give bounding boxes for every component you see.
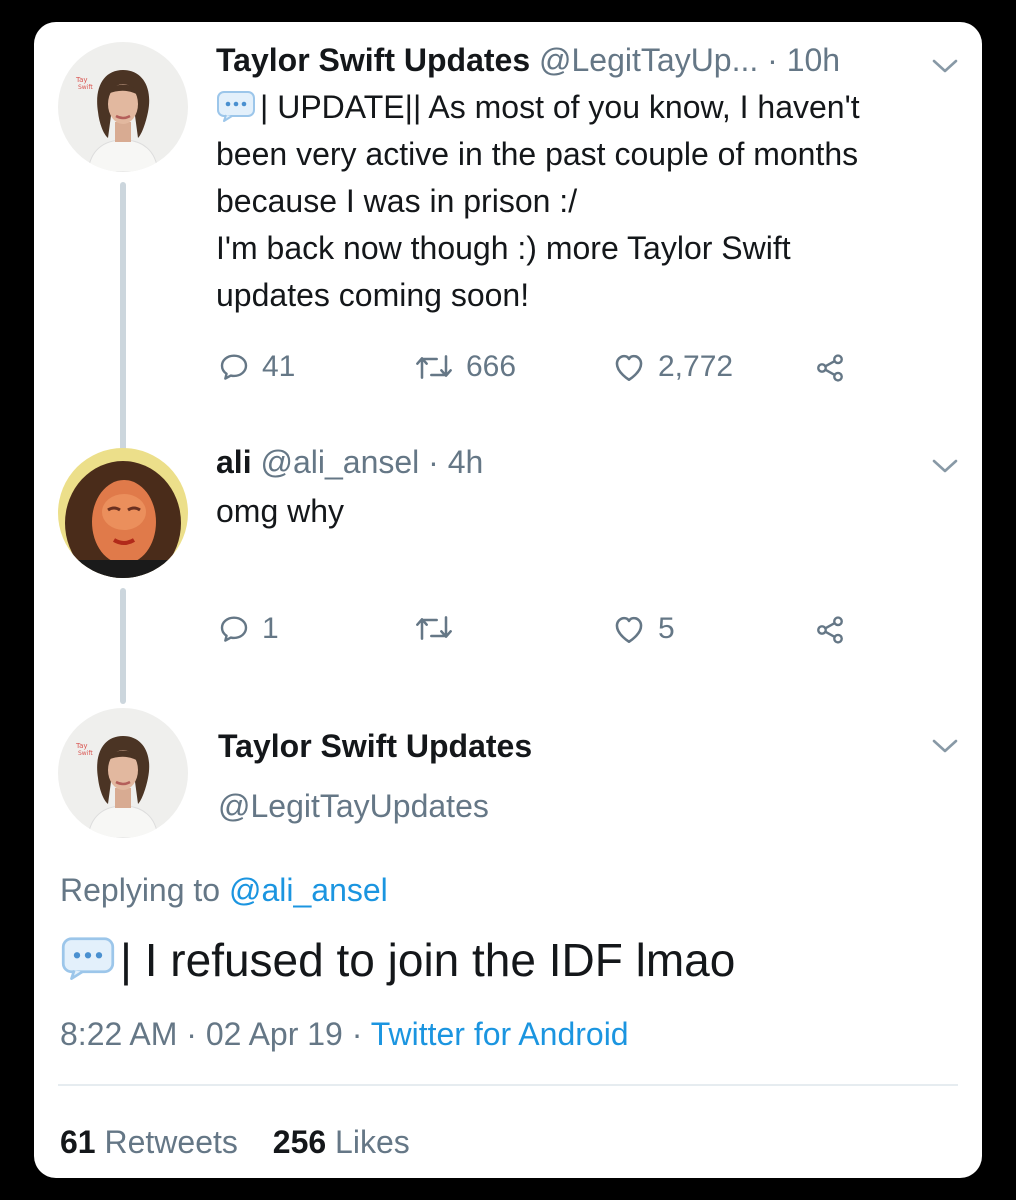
replying-to-label: Replying to — [60, 872, 221, 908]
like-stat-count: 256 — [272, 1124, 327, 1160]
focused-timestamp[interactable]: 8:22 AM · 02 Apr 19 · — [60, 1016, 362, 1052]
tweet1-line: been very active in the past couple of m… — [216, 136, 859, 172]
tweet1-line: because I was in prison :/ — [216, 183, 578, 219]
thread-line — [120, 182, 126, 472]
reply-share-button[interactable] — [814, 614, 846, 646]
retweet-icon — [414, 351, 454, 383]
tweet1-text: | UPDATE|| As most of you know, I haven'… — [216, 84, 860, 319]
focused-meta: 8:22 AM · 02 Apr 19 · Twitter for Androi… — [60, 1016, 629, 1053]
like-count: 5 — [658, 612, 675, 645]
avatar-ali[interactable] — [58, 448, 188, 578]
tweet-thread-card: Taylor Swift Updates @LegitTayUp... · 10… — [34, 22, 982, 1178]
reply-icon — [218, 613, 250, 645]
tweet1-retweet-button[interactable]: 666 — [414, 350, 516, 384]
like-stat[interactable]: 256 Likes — [273, 1124, 410, 1160]
share-icon — [814, 614, 846, 646]
retweet-stat-count: 61 — [60, 1124, 96, 1160]
chevron-down-icon[interactable] — [930, 456, 960, 476]
thread-line — [120, 588, 126, 704]
like-stat-label: Likes — [335, 1124, 410, 1160]
tweet1-line: | UPDATE|| As most of you know, I haven'… — [216, 84, 860, 131]
avatar-image — [58, 708, 188, 838]
like-icon — [612, 350, 646, 384]
reply-like-button[interactable]: 5 — [612, 612, 675, 646]
like-icon — [612, 612, 646, 646]
reply-reply-button[interactable]: 1 — [218, 612, 279, 646]
reply-retweet-button[interactable] — [414, 612, 454, 644]
reply-count: 1 — [262, 612, 279, 645]
speech-bubble-icon — [60, 936, 116, 980]
focused-text-content: | I refused to join the IDF lmao — [120, 934, 736, 986]
retweet-count: 666 — [466, 350, 517, 383]
replying-to: Replying to @ali_ansel — [60, 872, 388, 909]
tweet1-line: I'm back now though :) more Taylor Swift — [216, 230, 791, 266]
retweet-icon — [414, 612, 454, 644]
reply-header: ali @ali_ansel · 4h — [216, 444, 483, 481]
tweet1-reply-button[interactable]: 41 — [218, 350, 295, 384]
focused-text: | I refused to join the IDF lmao — [60, 930, 735, 990]
avatar-taylor-swift-updates[interactable] — [58, 42, 188, 172]
chevron-down-icon[interactable] — [930, 736, 960, 756]
share-icon — [814, 352, 846, 384]
replying-to-handle[interactable]: @ali_ansel — [229, 872, 388, 908]
like-count: 2,772 — [658, 350, 734, 383]
tweet1-handle[interactable]: @LegitTayUp... — [539, 42, 758, 78]
reply-text: omg why — [216, 493, 345, 529]
retweet-stat[interactable]: 61 Retweets — [60, 1124, 247, 1160]
tweet1-display-name[interactable]: Taylor Swift Updates — [216, 42, 530, 78]
focused-source[interactable]: Twitter for Android — [371, 1016, 629, 1052]
chevron-down-icon[interactable] — [930, 56, 960, 76]
retweet-stat-label: Retweets — [104, 1124, 238, 1160]
focused-handle[interactable]: @LegitTayUpdates — [218, 788, 489, 825]
avatar-image — [58, 42, 188, 172]
tweet1-share-button[interactable] — [814, 352, 846, 384]
tweet1-like-button[interactable]: 2,772 — [612, 350, 733, 384]
divider — [58, 1084, 958, 1086]
reply-icon — [218, 351, 250, 383]
tweet1-time[interactable]: · 10h — [767, 42, 840, 78]
focused-display-name[interactable]: Taylor Swift Updates — [218, 728, 532, 765]
engagement-stats: 61 Retweets 256 Likes — [60, 1124, 410, 1161]
reply-time[interactable]: · 4h — [428, 444, 483, 480]
speech-bubble-icon — [216, 90, 256, 122]
tweet1-line: updates coming soon! — [216, 277, 530, 313]
reply-display-name[interactable]: ali — [216, 444, 252, 480]
tweet1-header: Taylor Swift Updates @LegitTayUp... · 10… — [216, 42, 840, 79]
avatar-taylor-swift-updates[interactable] — [58, 708, 188, 838]
reply-handle[interactable]: @ali_ansel — [260, 444, 419, 480]
avatar-image — [58, 448, 188, 578]
reply-count: 41 — [262, 350, 296, 383]
